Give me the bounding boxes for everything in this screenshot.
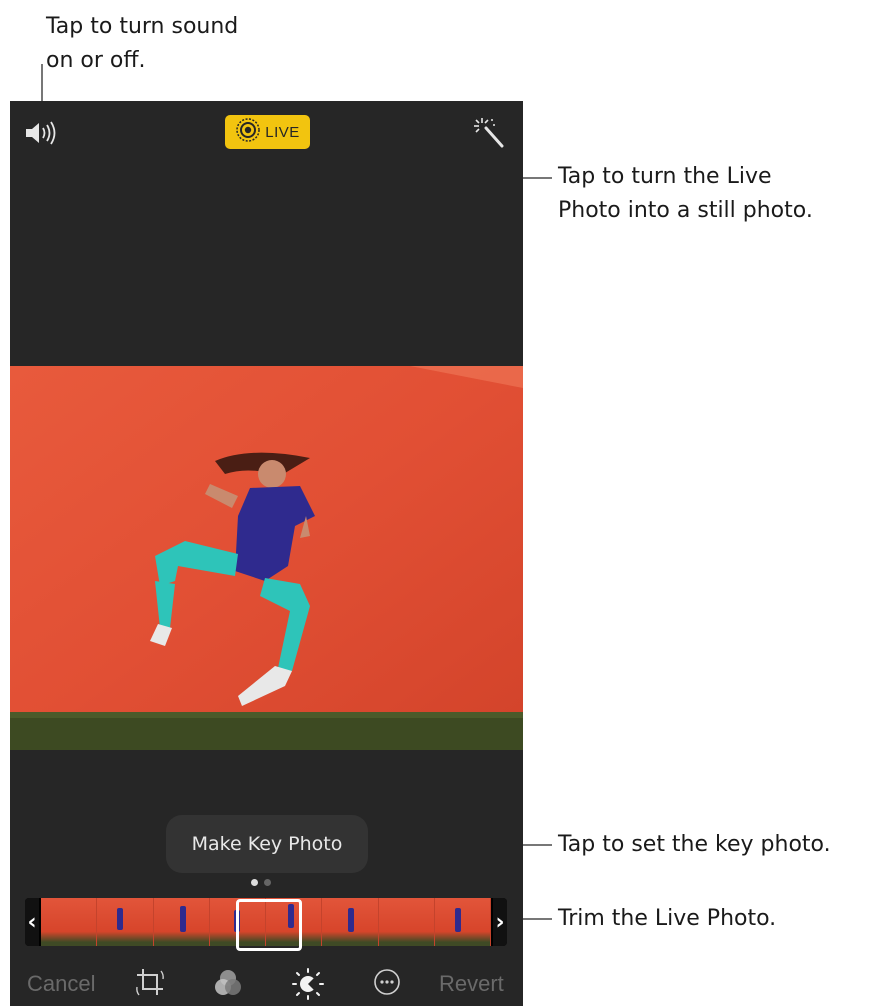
- key-photo-callout: Tap to set the key photo.: [558, 832, 831, 857]
- live-photo-editor: LIVE Make Key Photo ‹ › Cancel Revert: [10, 101, 523, 1006]
- frame-thumbnail[interactable]: [153, 898, 210, 946]
- selected-frame-indicator[interactable]: [236, 899, 302, 951]
- filters-icon[interactable]: [212, 967, 244, 1004]
- live-callout: Tap to turn the Live Photo into a still …: [558, 160, 813, 228]
- trim-handle-left[interactable]: ‹: [25, 898, 39, 946]
- sound-callout: Tap to turn sound on or off.: [46, 10, 238, 78]
- frame-position-dots: [251, 879, 271, 886]
- cancel-button[interactable]: Cancel: [27, 971, 95, 997]
- more-icon[interactable]: [372, 967, 402, 1002]
- frame-thumbnail[interactable]: [322, 898, 379, 946]
- live-callout-line2: Photo into a still photo.: [558, 198, 813, 223]
- editor-toolbar: Cancel Revert: [10, 961, 523, 1006]
- live-photo-image: [10, 366, 523, 750]
- frame-thumbnail[interactable]: [378, 898, 435, 946]
- crop-icon[interactable]: [135, 967, 165, 1004]
- live-toggle-button[interactable]: LIVE: [225, 115, 310, 149]
- auto-enhance-icon[interactable]: [472, 116, 508, 155]
- live-callout-line1: Tap to turn the Live: [558, 164, 772, 189]
- trim-handle-right[interactable]: ›: [493, 898, 507, 946]
- frame-thumbnail[interactable]: [434, 898, 491, 946]
- dot-current: [251, 879, 258, 886]
- speaker-icon[interactable]: [24, 119, 64, 152]
- frame-thumbnail[interactable]: [41, 898, 98, 946]
- sound-callout-line2: on or off.: [46, 48, 146, 73]
- live-badge-label: LIVE: [265, 123, 300, 141]
- trim-callout: Trim the Live Photo.: [558, 906, 777, 931]
- sound-callout-line1: Tap to turn sound: [46, 14, 239, 39]
- dot-key: [264, 879, 271, 886]
- frame-thumbnail[interactable]: [97, 898, 154, 946]
- adjust-icon[interactable]: [291, 967, 325, 1006]
- make-key-photo-button[interactable]: Make Key Photo: [166, 815, 368, 873]
- revert-button[interactable]: Revert: [439, 971, 504, 997]
- live-icon: [235, 117, 261, 148]
